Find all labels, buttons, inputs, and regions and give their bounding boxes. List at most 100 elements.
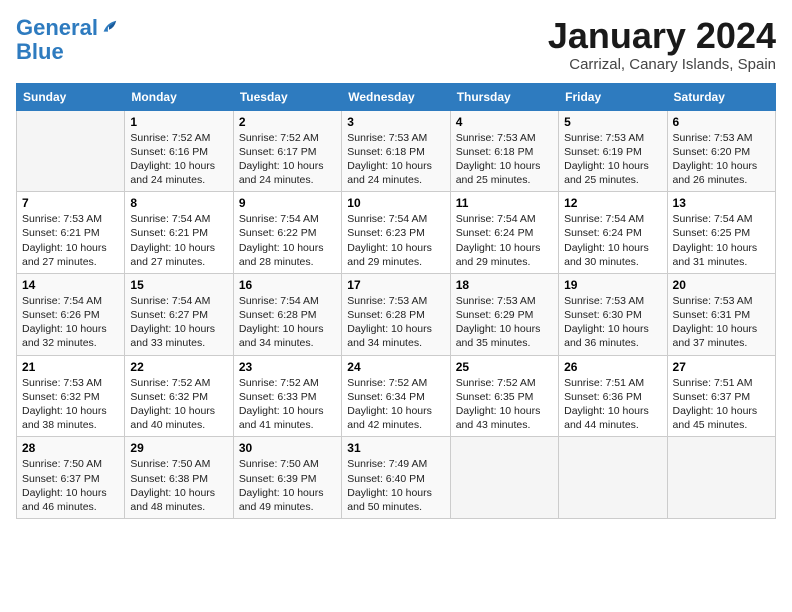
day-info: Sunrise: 7:54 AMSunset: 6:21 PMDaylight:… — [130, 212, 227, 269]
calendar-cell — [17, 110, 125, 192]
day-info: Sunrise: 7:53 AMSunset: 6:29 PMDaylight:… — [456, 294, 553, 351]
title-area: January 2024 Carrizal, Canary Islands, S… — [548, 16, 776, 73]
calendar-cell: 25Sunrise: 7:52 AMSunset: 6:35 PMDayligh… — [450, 355, 558, 437]
day-number: 18 — [456, 278, 553, 292]
day-info: Sunrise: 7:53 AMSunset: 6:21 PMDaylight:… — [22, 212, 119, 269]
day-number: 7 — [22, 196, 119, 210]
calendar-header-row: SundayMondayTuesdayWednesdayThursdayFrid… — [17, 83, 776, 110]
logo: General Blue — [16, 16, 118, 64]
calendar-week-row: 21Sunrise: 7:53 AMSunset: 6:32 PMDayligh… — [17, 355, 776, 437]
day-info: Sunrise: 7:52 AMSunset: 6:34 PMDaylight:… — [347, 376, 444, 433]
calendar-cell: 7 Sunrise: 7:53 AMSunset: 6:21 PMDaylight… — [17, 192, 125, 274]
day-number: 14 — [22, 278, 119, 292]
page-header: General Blue January 2024 Carrizal, Cana… — [16, 16, 776, 73]
day-number: 30 — [239, 441, 336, 455]
day-info: Sunrise: 7:54 AMSunset: 6:25 PMDaylight:… — [673, 212, 770, 269]
location: Carrizal, Canary Islands, Spain — [548, 56, 776, 73]
calendar-cell: 13 Sunrise: 7:54 AMSunset: 6:25 PMDayligh… — [667, 192, 775, 274]
logo-bird-icon — [100, 19, 118, 37]
calendar-cell: 16 Sunrise: 7:54 AMSunset: 6:28 PMDayligh… — [233, 273, 341, 355]
calendar-cell: 14 Sunrise: 7:54 AMSunset: 6:26 PMDayligh… — [17, 273, 125, 355]
calendar-cell: 9Sunrise: 7:54 AMSunset: 6:22 PMDaylight… — [233, 192, 341, 274]
day-info: Sunrise: 7:50 AMSunset: 6:39 PMDaylight:… — [239, 457, 336, 514]
logo-text-line1: General — [16, 16, 98, 40]
calendar-cell: 20 Sunrise: 7:53 AMSunset: 6:31 PMDayligh… — [667, 273, 775, 355]
header-tuesday: Tuesday — [233, 83, 341, 110]
logo-text-line2: Blue — [16, 40, 64, 64]
day-info: Sunrise: 7:54 AMSunset: 6:26 PMDaylight:… — [22, 294, 119, 351]
day-info: Sunrise: 7:51 AMSunset: 6:37 PMDaylight:… — [673, 376, 770, 433]
day-info: Sunrise: 7:54 AMSunset: 6:24 PMDaylight:… — [564, 212, 661, 269]
calendar-cell — [450, 437, 558, 519]
calendar-cell: 4 Sunrise: 7:53 AMSunset: 6:18 PMDaylight… — [450, 110, 558, 192]
day-info: Sunrise: 7:53 AMSunset: 6:18 PMDaylight:… — [347, 131, 444, 188]
day-number: 9 — [239, 196, 336, 210]
day-info: Sunrise: 7:53 AMSunset: 6:18 PMDaylight:… — [456, 131, 553, 188]
calendar-cell: 12 Sunrise: 7:54 AMSunset: 6:24 PMDayligh… — [559, 192, 667, 274]
header-wednesday: Wednesday — [342, 83, 450, 110]
day-number: 5 — [564, 115, 661, 129]
calendar-cell: 27 Sunrise: 7:51 AMSunset: 6:37 PMDayligh… — [667, 355, 775, 437]
day-number: 15 — [130, 278, 227, 292]
calendar-cell: 22 Sunrise: 7:52 AMSunset: 6:32 PMDayligh… — [125, 355, 233, 437]
calendar-cell: 8Sunrise: 7:54 AMSunset: 6:21 PMDaylight… — [125, 192, 233, 274]
calendar-week-row: 14 Sunrise: 7:54 AMSunset: 6:26 PMDayligh… — [17, 273, 776, 355]
day-info: Sunrise: 7:49 AMSunset: 6:40 PMDaylight:… — [347, 457, 444, 514]
day-number: 24 — [347, 360, 444, 374]
calendar-week-row: 7 Sunrise: 7:53 AMSunset: 6:21 PMDaylight… — [17, 192, 776, 274]
day-info: Sunrise: 7:52 AMSunset: 6:17 PMDaylight:… — [239, 131, 336, 188]
day-info: Sunrise: 7:50 AMSunset: 6:37 PMDaylight:… — [22, 457, 119, 514]
day-number: 4 — [456, 115, 553, 129]
day-number: 20 — [673, 278, 770, 292]
day-number: 16 — [239, 278, 336, 292]
calendar-cell: 19 Sunrise: 7:53 AMSunset: 6:30 PMDayligh… — [559, 273, 667, 355]
day-number: 21 — [22, 360, 119, 374]
day-number: 29 — [130, 441, 227, 455]
day-info: Sunrise: 7:54 AMSunset: 6:23 PMDaylight:… — [347, 212, 444, 269]
day-info: Sunrise: 7:54 AMSunset: 6:27 PMDaylight:… — [130, 294, 227, 351]
day-info: Sunrise: 7:52 AMSunset: 6:32 PMDaylight:… — [130, 376, 227, 433]
day-info: Sunrise: 7:52 AMSunset: 6:16 PMDaylight:… — [130, 131, 227, 188]
day-info: Sunrise: 7:53 AMSunset: 6:30 PMDaylight:… — [564, 294, 661, 351]
day-info: Sunrise: 7:53 AMSunset: 6:19 PMDaylight:… — [564, 131, 661, 188]
day-number: 2 — [239, 115, 336, 129]
day-info: Sunrise: 7:50 AMSunset: 6:38 PMDaylight:… — [130, 457, 227, 514]
day-info: Sunrise: 7:53 AMSunset: 6:20 PMDaylight:… — [673, 131, 770, 188]
day-number: 6 — [673, 115, 770, 129]
calendar-cell: 6 Sunrise: 7:53 AMSunset: 6:20 PMDaylight… — [667, 110, 775, 192]
day-info: Sunrise: 7:52 AMSunset: 6:33 PMDaylight:… — [239, 376, 336, 433]
calendar-cell: 26 Sunrise: 7:51 AMSunset: 6:36 PMDayligh… — [559, 355, 667, 437]
header-monday: Monday — [125, 83, 233, 110]
day-info: Sunrise: 7:53 AMSunset: 6:28 PMDaylight:… — [347, 294, 444, 351]
day-number: 23 — [239, 360, 336, 374]
calendar-cell: 23 Sunrise: 7:52 AMSunset: 6:33 PMDayligh… — [233, 355, 341, 437]
calendar-cell: 29 Sunrise: 7:50 AMSunset: 6:38 PMDayligh… — [125, 437, 233, 519]
day-number: 10 — [347, 196, 444, 210]
calendar-cell: 2 Sunrise: 7:52 AMSunset: 6:17 PMDaylight… — [233, 110, 341, 192]
calendar-cell: 24 Sunrise: 7:52 AMSunset: 6:34 PMDayligh… — [342, 355, 450, 437]
calendar-cell — [559, 437, 667, 519]
day-number: 27 — [673, 360, 770, 374]
day-info: Sunrise: 7:54 AMSunset: 6:28 PMDaylight:… — [239, 294, 336, 351]
calendar-cell: 17 Sunrise: 7:53 AMSunset: 6:28 PMDayligh… — [342, 273, 450, 355]
day-number: 17 — [347, 278, 444, 292]
day-info: Sunrise: 7:52 AMSunset: 6:35 PMDaylight:… — [456, 376, 553, 433]
day-number: 22 — [130, 360, 227, 374]
header-thursday: Thursday — [450, 83, 558, 110]
day-info: Sunrise: 7:53 AMSunset: 6:31 PMDaylight:… — [673, 294, 770, 351]
calendar-cell: 28 Sunrise: 7:50 AMSunset: 6:37 PMDayligh… — [17, 437, 125, 519]
header-sunday: Sunday — [17, 83, 125, 110]
day-number: 13 — [673, 196, 770, 210]
calendar-cell: 21Sunrise: 7:53 AMSunset: 6:32 PMDayligh… — [17, 355, 125, 437]
day-number: 12 — [564, 196, 661, 210]
calendar-cell: 30 Sunrise: 7:50 AMSunset: 6:39 PMDayligh… — [233, 437, 341, 519]
day-number: 28 — [22, 441, 119, 455]
day-number: 1 — [130, 115, 227, 129]
day-number: 19 — [564, 278, 661, 292]
day-info: Sunrise: 7:51 AMSunset: 6:36 PMDaylight:… — [564, 376, 661, 433]
calendar-cell: 15 Sunrise: 7:54 AMSunset: 6:27 PMDayligh… — [125, 273, 233, 355]
calendar-cell — [667, 437, 775, 519]
calendar-cell: 18 Sunrise: 7:53 AMSunset: 6:29 PMDayligh… — [450, 273, 558, 355]
day-number: 26 — [564, 360, 661, 374]
day-info: Sunrise: 7:54 AMSunset: 6:24 PMDaylight:… — [456, 212, 553, 269]
